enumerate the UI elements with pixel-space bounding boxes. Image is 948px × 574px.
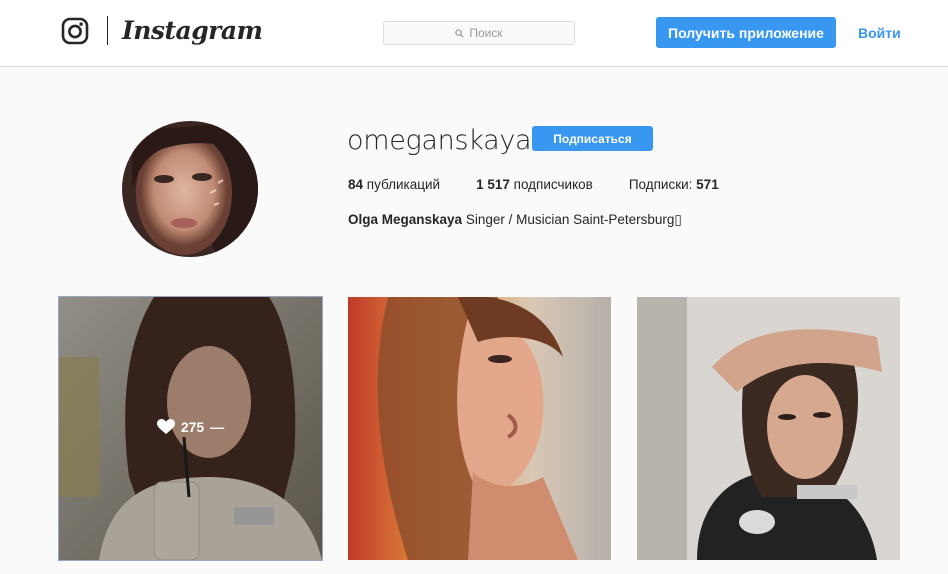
search-input[interactable]: Поиск — [383, 21, 575, 45]
post-thumbnail[interactable] — [637, 297, 900, 560]
post-likes: 275 — — [156, 418, 225, 435]
post-photo — [348, 297, 611, 560]
instagram-wordmark-logo[interactable]: Instagram — [122, 14, 263, 48]
followers-label: подписчиков — [513, 177, 593, 192]
comments-count: — — [210, 418, 225, 435]
heart-icon — [156, 418, 175, 434]
profile-stats: 84 публикаций 1 517 подписчиков Подписки… — [348, 176, 755, 194]
top-navigation-bar: Instagram Поиск Получить приложение Войт… — [0, 0, 948, 67]
get-app-button[interactable]: Получить приложение — [656, 17, 836, 48]
followers-count-stat[interactable]: 1 517 подписчиков — [476, 176, 593, 194]
likes-count: 275 — [180, 418, 205, 435]
following-label: Подписки: — [628, 177, 693, 192]
posts-count-stat: 84 публикаций — [348, 176, 440, 194]
bio-text: Singer / Musician Saint-Petersburg▯ — [465, 212, 682, 227]
bio-full-name: Olga Meganskaya — [348, 212, 463, 227]
following-count: 571 — [696, 177, 719, 192]
logo-divider — [107, 16, 108, 45]
search-icon — [455, 28, 464, 38]
profile-username: omeganskaya — [347, 125, 532, 156]
posts-count: 84 — [348, 177, 364, 192]
profile-avatar — [122, 121, 258, 257]
post-hover-overlay: 275 — — [59, 297, 322, 560]
avatar-photo — [122, 121, 258, 257]
search-placeholder: Поиск — [469, 26, 503, 40]
profile-bio: Olga Meganskaya Singer / Musician Saint-… — [348, 211, 682, 229]
following-count-stat[interactable]: Подписки: 571 — [629, 176, 719, 194]
post-photo — [637, 297, 900, 560]
login-link[interactable]: Войти — [852, 17, 907, 48]
post-thumbnail[interactable] — [348, 297, 611, 560]
posts-label: публикаций — [366, 177, 441, 192]
post-thumbnail[interactable]: 275 — — [58, 296, 323, 561]
instagram-camera-icon[interactable] — [61, 17, 89, 45]
followers-count: 1 517 — [476, 177, 510, 192]
follow-button[interactable]: Подписаться — [532, 126, 653, 151]
